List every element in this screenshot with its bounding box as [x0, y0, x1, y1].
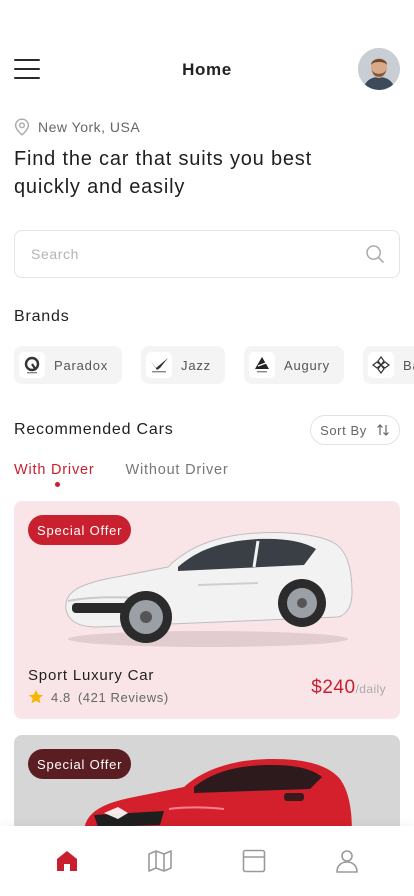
search-input[interactable]: [31, 246, 365, 262]
sort-arrows-icon: [376, 424, 389, 436]
sort-button[interactable]: Sort By: [310, 415, 400, 445]
map-icon: [148, 850, 173, 872]
brand-chip-paradox[interactable]: Paradox: [14, 346, 123, 384]
tab-with-driver[interactable]: With Driver: [14, 462, 95, 487]
headline: Find the car that suits you best quickly…: [14, 148, 312, 198]
rating-value: 4.8: [51, 689, 71, 705]
brand-logo: [367, 352, 394, 378]
brand-chip-ba[interactable]: Ba: [362, 346, 414, 384]
nav-map[interactable]: [140, 841, 180, 881]
tab-without-driver[interactable]: Without Driver: [126, 462, 229, 478]
brand-label: Ba: [402, 357, 414, 373]
brand-chip-augury[interactable]: Augury: [243, 346, 344, 384]
page-title: Home: [182, 60, 232, 79]
search-bar[interactable]: [14, 230, 400, 278]
location[interactable]: New York, USA: [14, 118, 140, 136]
car-card[interactable]: Special Offer Sport Luxury Car 4.8 (421 …: [14, 501, 400, 719]
car-price: $240 /daily: [311, 677, 386, 699]
star-icon: [29, 690, 43, 704]
brand-chip-jazz[interactable]: Jazz: [141, 346, 225, 384]
bottom-navigation: [0, 826, 414, 896]
active-tab-indicator: [55, 482, 60, 487]
car-name: Sport Luxury Car: [28, 667, 155, 684]
car-image: [65, 532, 353, 647]
location-text: New York, USA: [38, 119, 141, 135]
brands-list: Paradox Jazz Augury Ba: [14, 346, 414, 386]
tab-label: Without Driver: [125, 462, 229, 478]
tab-label: With Driver: [14, 462, 95, 478]
user-avatar[interactable]: [358, 48, 400, 90]
augury-logo: [248, 352, 275, 378]
car-image: [84, 759, 352, 833]
paradox-logo: [19, 352, 45, 378]
app-header: Home: [0, 44, 414, 94]
driver-tabs: With Driver Without Driver: [14, 462, 229, 487]
location-pin-icon: [14, 118, 30, 136]
home-icon: [56, 851, 77, 871]
user-icon: [336, 850, 359, 873]
recommended-title: Recommended Cars: [14, 421, 174, 438]
browser-window-icon: [242, 849, 266, 873]
nav-bookings[interactable]: [234, 841, 274, 881]
brand-label: Jazz: [181, 357, 211, 373]
nav-home[interactable]: [47, 841, 87, 881]
sort-label: Sort By: [320, 422, 367, 438]
price-value: $240: [311, 677, 356, 698]
price-unit: /daily: [355, 682, 386, 696]
brand-label: Paradox: [54, 357, 109, 373]
jazz-logo: [146, 352, 173, 378]
search-icon[interactable]: [365, 244, 385, 264]
car-rating: 4.8 (421 Reviews): [28, 689, 169, 705]
review-count: (421 Reviews): [77, 689, 169, 705]
brand-label: Augury: [283, 357, 330, 373]
brands-title: Brands: [14, 308, 70, 325]
nav-profile[interactable]: [327, 841, 367, 881]
